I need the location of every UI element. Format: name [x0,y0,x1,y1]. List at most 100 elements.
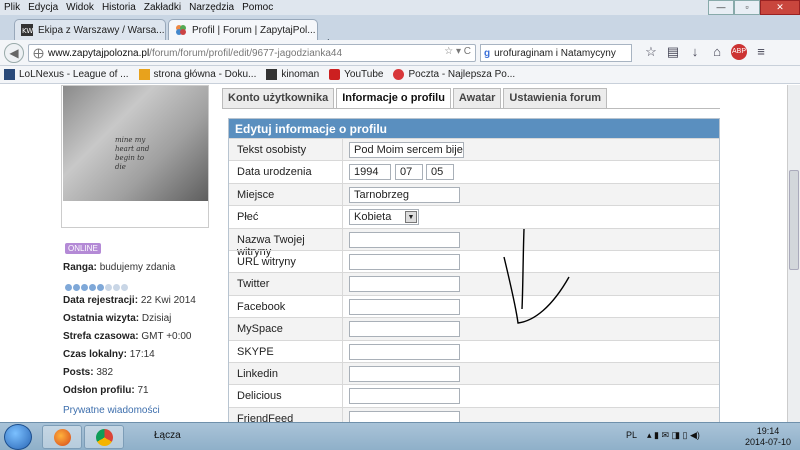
taskbar-firefox[interactable] [42,425,82,449]
website-name-input[interactable] [349,231,460,248]
private-messages-link[interactable]: Prywatne wiadomości [63,405,160,416]
twitter-input[interactable] [349,276,460,293]
maximize-button[interactable]: ▫ [734,0,760,15]
start-button[interactable] [4,424,32,450]
minimize-button[interactable]: — [708,0,734,15]
friendfeed-input[interactable] [349,410,460,422]
linkedin-input[interactable] [349,365,460,382]
field-label: Data urodzenia [229,161,343,183]
links-toolbar-label[interactable]: Łącza [154,430,181,441]
menu-history[interactable]: Historia [102,2,136,13]
menu-bookmarks[interactable]: Zakładki [144,2,181,13]
birth-year-input[interactable]: 1994 [349,164,391,181]
u-icon [138,69,150,80]
url-controls[interactable]: ☆ ▾ C [444,46,471,57]
close-tab-icon[interactable]: ✕ [316,24,317,37]
taskbar-chrome[interactable] [84,425,124,449]
bookmark-star-icon[interactable]: ☆ [640,44,662,60]
tab-ekipa[interactable]: KW Ekipa z Warszawy / Warsa... ✕ [14,19,166,40]
form-row: URL witryny [229,249,719,273]
website-url-input[interactable] [349,253,460,270]
posts-row: Posts: 382 [63,367,114,378]
toolbar-icons: ☆ ▤ ↓ ⌂ ABP ≡ [640,44,772,60]
menu-edit[interactable]: Edycja [28,2,58,13]
rank-dot [73,284,80,291]
menu-file[interactable]: Plik [4,2,20,13]
delicious-input[interactable] [349,388,460,405]
form-header: Edytuj informacje o profilu [229,119,719,138]
location-input[interactable]: Tarnobrzeg [349,186,460,203]
menu-icon[interactable]: ≡ [750,44,772,60]
form-row: Data urodzenia 1994 07 05 [229,160,719,183]
firefox-icon [54,429,71,446]
menu-help[interactable]: Pomoc [242,2,273,13]
home-icon[interactable]: ⌂ [706,44,728,60]
settings-tabs: Konto użytkownika Informacje o profilu A… [222,88,609,108]
menu-view[interactable]: Widok [66,2,94,13]
downloads-icon[interactable]: ↓ [684,44,706,60]
field-label: Twitter [229,273,343,295]
menu-tools[interactable]: Narzędzia [189,2,234,13]
registration-row: Data rejestracji: 22 Kwi 2014 [63,295,196,306]
chevron-down-icon: ▼ [405,211,417,224]
tab-label: Ekipa z Warszawy / Warsa... [38,24,165,36]
search-input[interactable]: urofuraginam i Natamycyny [494,48,616,59]
facebook-input[interactable] [349,298,460,315]
navigation-bar: ◀ www.zapytajpolozna.pl/forum/forum/prof… [0,40,800,66]
language-indicator[interactable]: PL [626,430,637,441]
bookmarks-bar: LoLNexus - League of ... strona główna -… [0,66,800,84]
field-label: URL witryny [229,250,343,273]
rank-row: Ranga: budujemy zdania [63,262,176,273]
field-label: MySpace [229,318,343,340]
search-bar[interactable]: g urofuraginam i Natamycyny [480,44,632,62]
avatar: mine my heart and begin to die [63,86,208,201]
globe-icon [33,48,44,58]
kw-icon [266,69,278,80]
chrome-icon [96,429,113,446]
tab-forum-settings[interactable]: Ustawienia forum [503,88,608,108]
bookmark-poczta[interactable]: Poczta - Najlepsza Po... [393,69,515,80]
tray-icons[interactable]: ▴ ▮ ✉ ◨ ▯ ◀) [647,430,700,441]
close-window-button[interactable]: ✕ [760,0,800,15]
url-bar[interactable]: www.zapytajpolozna.pl/forum/forum/profil… [28,44,476,62]
tab-avatar[interactable]: Awatar [452,88,502,108]
adblock-icon[interactable]: ABP [731,44,747,60]
back-button[interactable]: ◀ [4,43,24,63]
joomla-favicon-icon [176,25,186,35]
personal-text-input[interactable]: Pod Moim sercem bije i [349,142,464,158]
rank-dot [97,284,104,291]
tab-profil[interactable]: Profil | Forum | ZapytajPol... ✕ [168,19,318,40]
myspace-input[interactable] [349,321,460,338]
google-icon[interactable]: g [484,48,490,59]
kw-favicon-icon: KW [21,24,33,36]
scrollbar-thumb[interactable] [789,170,799,270]
lolnexus-icon [4,69,15,80]
rank-dot [105,284,112,291]
clock-time: 19:14 [756,426,780,436]
rank-dot [81,284,88,291]
tab-profile-info[interactable]: Informacje o profilu [336,88,451,108]
close-tab-icon[interactable]: ✕ [165,24,166,37]
bookmark-youtube[interactable]: YouTube [329,69,383,80]
birth-month-input[interactable]: 07 [395,164,423,181]
bookmark-lolnexus[interactable]: LoLNexus - League of ... [4,69,129,80]
url-path: /forum/forum/profil/edit/9677-jagodziank… [149,47,343,59]
bookmark-kinoman[interactable]: kinoman [266,69,319,80]
rank-dot [65,284,72,291]
form-row: Nazwa Twojej witryny [229,227,719,258]
field-label: Nazwa Twojej witryny [229,228,343,258]
profile-edit-panel: Konto użytkownika Informacje o profilu A… [222,85,720,422]
skype-input[interactable] [349,343,460,360]
form-row: FriendFeed [229,406,719,422]
bookmarks-list-icon[interactable]: ▤ [662,44,684,60]
taskbar: Łącza PL ▴ ▮ ✉ ◨ ▯ ◀) 19:14 2014-07-10 [0,422,800,450]
clock[interactable]: 19:14 2014-07-10 [740,426,796,448]
tab-bar: KW Ekipa z Warszawy / Warsa... ✕ Profil … [0,15,800,52]
bookmark-dokumenty[interactable]: strona główna - Doku... [138,69,256,80]
birth-day-input[interactable]: 05 [426,164,454,181]
last-visit-row: Ostatnia wizyta: Dzisiaj [63,313,172,324]
page-content: mine my heart and begin to die ONLINE Ra… [0,85,787,422]
gender-select[interactable]: Kobieta ▼ [349,209,419,226]
page-scrollbar[interactable] [787,85,800,422]
tab-account[interactable]: Konto użytkownika [222,88,335,108]
